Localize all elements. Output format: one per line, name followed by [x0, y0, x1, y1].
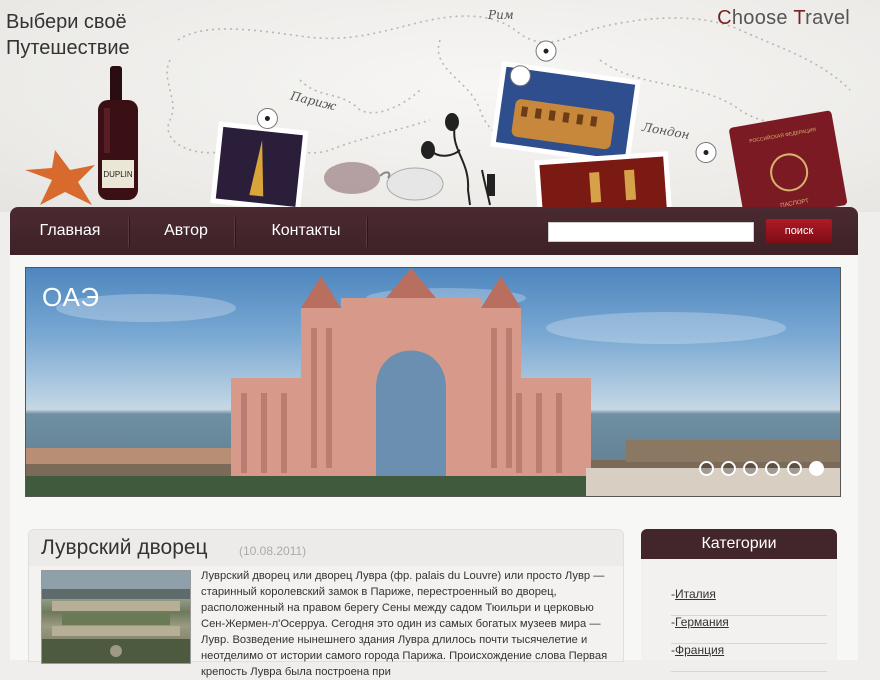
article-card: Луврский дворец (10.08.2011) Луврский дв…: [28, 529, 624, 678]
slogan-line-2: Путешествие: [6, 37, 130, 59]
category-link-italy[interactable]: Италия: [675, 587, 716, 601]
categories-list: -Италия -Германия -Франция: [641, 559, 837, 672]
svg-text:DUPLIN: DUPLIN: [103, 170, 133, 179]
nav-divider: [234, 217, 236, 247]
city-label-rome: Рим: [488, 8, 514, 22]
categories-title: Категории: [641, 529, 837, 559]
site-slogan: Выбери своё Путешествие: [6, 9, 130, 61]
search-input[interactable]: [548, 222, 754, 242]
slide-caption: ОАЭ: [42, 282, 101, 312]
slider-dot-6[interactable]: [809, 461, 824, 476]
louvre-aerial-image: [42, 571, 190, 663]
site-logo[interactable]: Choose Travel: [717, 7, 850, 30]
logo-text-ravel: ravel: [805, 7, 850, 29]
photo-colosseum-icon: [490, 40, 641, 166]
article-title[interactable]: Луврский дворец: [41, 536, 208, 560]
categories-widget: Категории -Италия -Германия -Франция: [641, 529, 837, 672]
search-button[interactable]: поиск: [766, 219, 832, 243]
category-link-germany[interactable]: Германия: [675, 615, 729, 629]
main-navigation: Главная Автор Контакты поиск: [10, 207, 858, 255]
category-item: -Италия: [671, 587, 827, 616]
article-excerpt: Луврский дворец или дворец Лувра (фр. pa…: [201, 570, 608, 678]
photo-eiffel-icon: [210, 107, 309, 212]
nav-item-home[interactable]: Главная: [24, 207, 116, 255]
article-thumbnail[interactable]: [41, 570, 191, 664]
sunglasses-icon: [324, 162, 444, 201]
slider-dot-1[interactable]: [699, 461, 714, 476]
nav-item-contacts[interactable]: Контакты: [250, 207, 362, 255]
category-item: -Германия: [671, 615, 827, 644]
nav-divider: [128, 217, 130, 247]
slider-dot-3[interactable]: [743, 461, 758, 476]
logo-text-hoose: hoose: [731, 7, 794, 29]
nav-divider: [366, 217, 368, 247]
category-item: -Франция: [671, 643, 827, 672]
slider-dot-2[interactable]: [721, 461, 736, 476]
logo-letter-c: C: [717, 7, 732, 29]
starfish-icon: [25, 150, 95, 205]
nav-item-author[interactable]: Автор: [140, 207, 232, 255]
logo-letter-t: T: [793, 7, 806, 29]
slogan-line-1: Выбери своё: [6, 11, 127, 33]
category-link-france[interactable]: Франция: [675, 643, 724, 657]
wine-bottle-icon: DUPLIN: [98, 66, 138, 200]
travel-map-illustration: DUPLIN РОССИЙСКАЯ ФЕДЕРАЦИЯ ПАСПОРТ: [25, 15, 851, 212]
slider-pagination: [699, 461, 824, 476]
slider-dot-4[interactable]: [765, 461, 780, 476]
site-header: DUPLIN РОССИЙСКАЯ ФЕДЕРАЦИЯ ПАСПОРТ Рим …: [0, 0, 880, 212]
article-header: Луврский дворец (10.08.2011): [29, 530, 623, 566]
image-slider: ОАЭ: [25, 267, 841, 497]
passport-icon: РОССИЙСКАЯ ФЕДЕРАЦИЯ ПАСПОРТ: [729, 110, 847, 212]
slider-dot-5[interactable]: [787, 461, 802, 476]
article-date: (10.08.2011): [239, 544, 307, 558]
